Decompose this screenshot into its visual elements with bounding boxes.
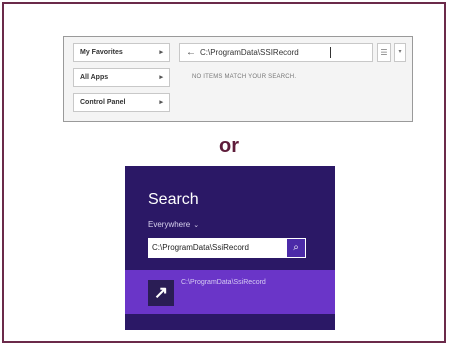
search-input[interactable]: ← C:\ProgramData\SSIRecord [179, 43, 373, 62]
list-view-icon[interactable]: ☰ [377, 43, 391, 62]
search-box[interactable]: C:\ProgramData\SsiRecord ⌕ [148, 238, 306, 258]
or-separator: or [219, 135, 239, 157]
search-result-item[interactable]: ↗ C:\ProgramData\SsiRecord [125, 270, 335, 314]
figure-frame: My Favorites ▸ All Apps ▸ Control Panel … [2, 2, 446, 343]
menu-item-control-panel[interactable]: Control Panel ▸ [73, 93, 170, 112]
search-icon[interactable]: ⌕ [287, 239, 305, 257]
shortcut-arrow-icon: ↗ [148, 280, 174, 306]
search-scope-label: Everywhere [148, 220, 191, 229]
menu-item-label: Control Panel [80, 99, 126, 106]
menu-item-all-apps[interactable]: All Apps ▸ [73, 68, 170, 87]
windows-search-screenshot: Search Everywhere ⌄ C:\ProgramData\SsiRec… [125, 166, 335, 330]
empty-results-message: NO ITEMS MATCH YOUR SEARCH. [192, 74, 297, 80]
search-scope-dropdown[interactable]: Everywhere ⌄ [148, 219, 199, 232]
chevron-right-icon: ▸ [159, 74, 163, 81]
search-box-value: C:\ProgramData\SsiRecord [152, 243, 249, 252]
search-title: Search [148, 191, 199, 208]
start-menu-screenshot: My Favorites ▸ All Apps ▸ Control Panel … [63, 36, 413, 122]
menu-item-label: All Apps [80, 74, 109, 81]
text-caret [330, 47, 331, 58]
menu-item-my-favorites[interactable]: My Favorites ▸ [73, 43, 170, 62]
chevron-down-icon[interactable]: ▾ [394, 43, 406, 62]
chevron-down-icon: ⌄ [193, 222, 200, 229]
menu-item-label: My Favorites [80, 49, 123, 56]
chevron-right-icon: ▸ [159, 49, 163, 56]
back-arrow-icon[interactable]: ← [186, 46, 196, 59]
chevron-right-icon: ▸ [159, 99, 163, 106]
search-result-label: C:\ProgramData\SsiRecord [181, 279, 266, 286]
search-input-value: C:\ProgramData\SSIRecord [200, 48, 299, 57]
